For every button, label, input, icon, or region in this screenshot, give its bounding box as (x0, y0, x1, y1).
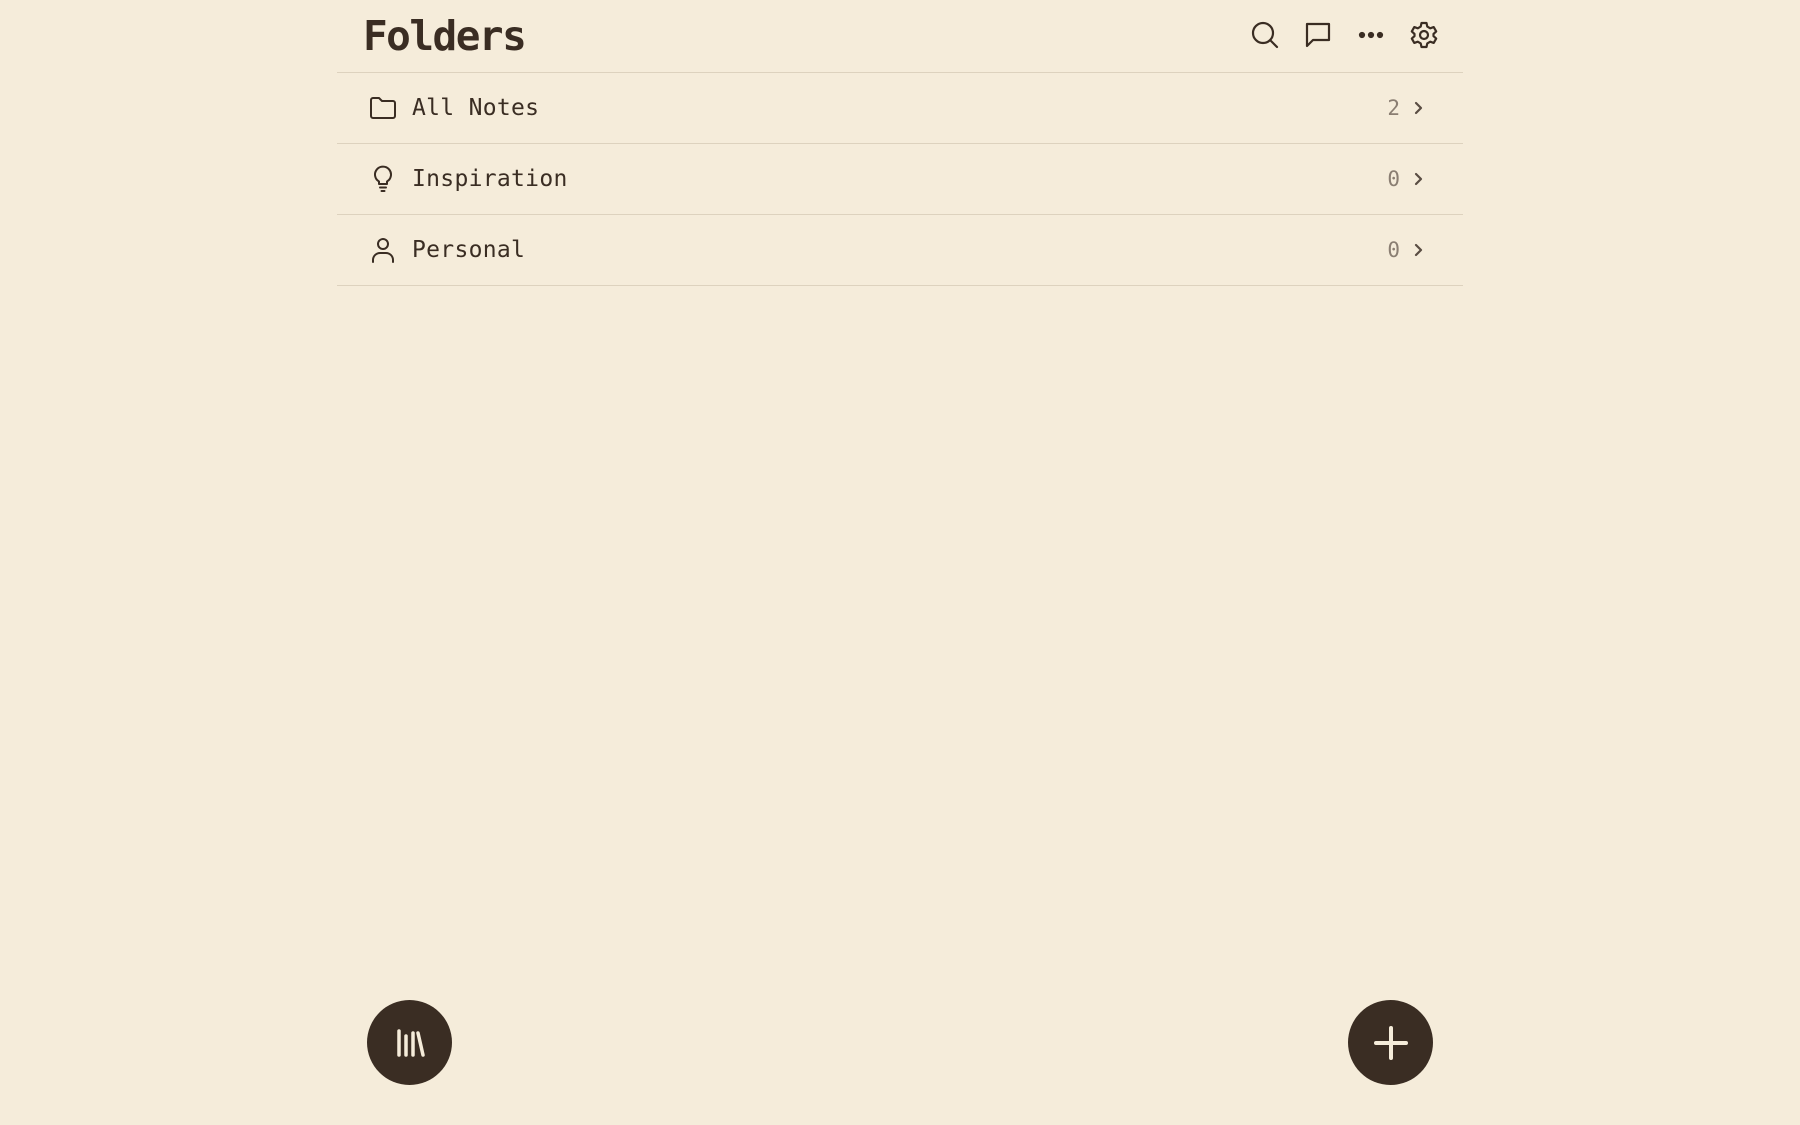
folder-count: 0 (1387, 167, 1400, 191)
chat-icon (1305, 22, 1331, 48)
toolbar (1232, 14, 1444, 56)
folder-item-inspiration[interactable]: Inspiration 0 (337, 144, 1463, 215)
search-icon (1251, 21, 1279, 49)
search-button[interactable] (1245, 15, 1285, 55)
folder-label: All Notes (412, 95, 540, 121)
settings-icon (1410, 21, 1438, 49)
add-button[interactable] (1348, 1000, 1433, 1085)
folder-count: 2 (1387, 96, 1400, 120)
lightbulb-icon (367, 163, 399, 195)
chevron-right-icon (1411, 242, 1427, 258)
folder-label: Inspiration (412, 166, 568, 192)
library-button[interactable] (367, 1000, 452, 1085)
settings-button[interactable] (1404, 15, 1444, 55)
page-title: Folders (363, 12, 527, 60)
more-button[interactable] (1351, 15, 1391, 55)
person-icon (367, 234, 399, 266)
folder-item-personal[interactable]: Personal 0 (337, 215, 1463, 286)
chat-button[interactable] (1298, 15, 1338, 55)
folder-item-all-notes[interactable]: All Notes 2 (337, 73, 1463, 144)
library-icon (396, 1028, 425, 1057)
chevron-right-icon (1411, 100, 1427, 116)
header: Folders (337, 0, 1463, 73)
folder-label: Personal (412, 237, 526, 263)
folder-list: All Notes 2 Inspiration 0 Personal 0 (337, 73, 1463, 286)
folder-icon (367, 92, 399, 124)
folder-count: 0 (1387, 238, 1400, 262)
folders-panel: Folders All Notes 2 Inspiration 0 Person… (337, 0, 1463, 1125)
plus-icon (1373, 1025, 1408, 1060)
chevron-right-icon (1411, 171, 1427, 187)
more-icon (1358, 31, 1384, 39)
